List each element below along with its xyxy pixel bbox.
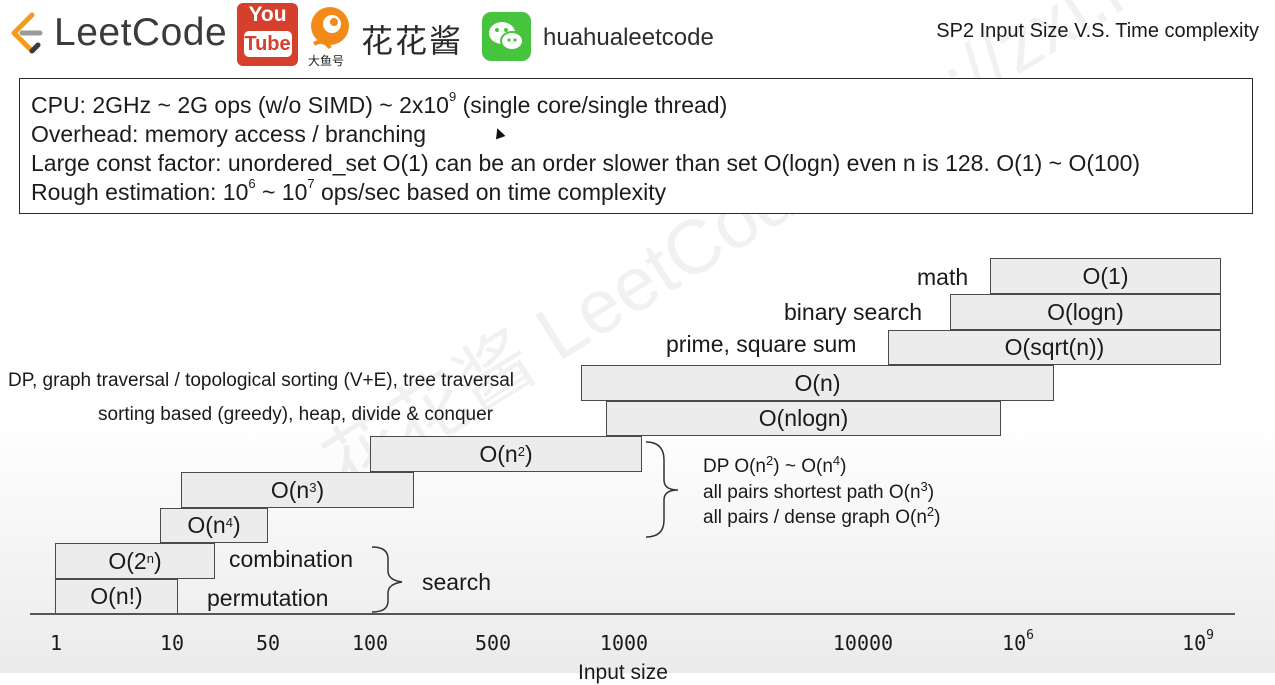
leetcode-logo: LeetCode [8,10,227,56]
info-line-estimation: Rough estimation: 106 ~ 107 ops/sec base… [31,176,667,205]
label-combination: combination [229,546,354,572]
bar-on4: O(n 4) [160,508,268,543]
label-sorting-based: sorting based (greedy), heap, divide & c… [98,404,494,425]
tick-50: 50 [255,631,281,655]
bar-osqrtn: O(sqrt(n)) [888,330,1221,365]
leetcode-icon [11,12,43,54]
x-axis-line [30,613,1235,615]
bar-ofactorial: O(n!) [55,579,178,614]
slide-title: SP2 Input Size V.S. Time complexity [936,20,1259,42]
tick-500: 500 [474,631,512,655]
info-line-cpu: CPU: 2GHz ~ 2G ops (w/o SIMD) ~ 2x109 (s… [31,89,728,118]
note-dp-range: DP O(n2) ~ O(n4) [703,453,847,477]
brace-search-group-icon [371,546,403,613]
bar-onlogn: O(nlogn) [606,401,1001,436]
bar-on2: O(n 2) [370,436,642,472]
bar-o2n: O(2 n) [55,543,215,579]
bar-on3: O(n 3) [181,472,414,508]
x-axis-label: Input size [578,661,668,684]
youtube-logo: You Tube [237,3,298,66]
tick-10000: 10000 [832,631,894,655]
leetcode-wordmark: LeetCode [54,11,228,54]
wechat-icon [482,12,531,61]
info-line-const-factor: Large const factor: unordered_set O(1) c… [31,150,1141,176]
brace-dp-group-icon [645,441,679,538]
youtube-logo-top: You [248,3,287,26]
label-permutation: permutation [207,585,329,611]
wechat-name: huahualeetcode [543,24,714,51]
label-binary-search: binary search [784,299,923,325]
note-dense-graph: all pairs / dense graph O(n2) [703,504,941,528]
youtube-logo-bottom: Tube [243,31,292,57]
fish-icon [311,7,349,50]
bar-on: O(n) [581,365,1054,401]
label-math: math [917,264,969,290]
tick-100: 100 [351,631,389,655]
tick-10e6: 106 [1002,628,1034,655]
tick-10e9: 109 [1182,628,1214,655]
tick-10: 10 [159,631,185,655]
fish-caption: 大鱼号 [308,54,345,68]
channel-name-cn: 花花酱 [361,23,464,59]
tick-1000: 1000 [599,631,649,655]
dayuhao-logo: 大鱼号 [308,4,354,68]
label-search: search [422,569,492,595]
bar-o1: O(1) [990,258,1221,294]
info-line-overhead: Overhead: memory access / branching [31,121,427,147]
label-dp-graph-traversal: DP, graph traversal / topological sortin… [8,370,515,391]
label-prime-square-sum: prime, square sum [666,331,857,357]
bar-ologn: O(logn) [950,294,1221,330]
tick-1: 1 [49,631,63,655]
note-all-pairs-shortest-path: all pairs shortest path O(n3) [703,479,935,503]
